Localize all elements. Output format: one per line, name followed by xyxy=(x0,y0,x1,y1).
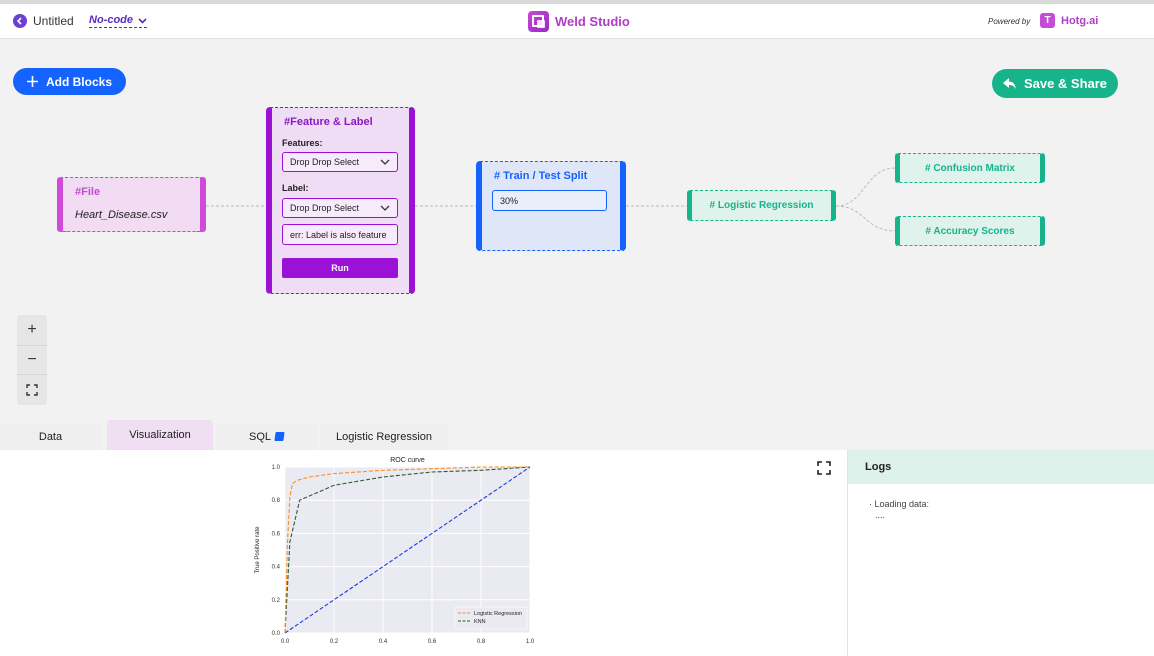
x-tick-label: 1.0 xyxy=(526,639,535,645)
tab-visualization-label: Visualization xyxy=(129,429,191,441)
tab-visualization[interactable]: Visualization xyxy=(107,420,213,450)
tab-data-label: Data xyxy=(38,430,63,443)
logs-title: Logs xyxy=(848,450,1154,484)
y-tick-label: 0.2 xyxy=(272,598,281,604)
tab-logistic-regression[interactable]: Logistic Regression xyxy=(320,423,448,450)
y-tick-label: 0.0 xyxy=(272,631,281,637)
y-tick-label: 0.8 xyxy=(272,498,281,504)
split-ratio-input[interactable]: 30% xyxy=(492,190,607,211)
file-node-title: #File xyxy=(75,186,101,198)
roc-chart: 0.00.0 0.2 0.2 0.4 0.4 0.6 0.6 0.8 0.8 1.0 1.0 ROC … xyxy=(255,457,535,645)
label-dropdown[interactable]: Drop Drop Select xyxy=(282,198,398,218)
log-line: .... xyxy=(875,510,886,520)
tab-sql-label: SQL xyxy=(248,430,271,443)
x-tick-label: 0.8 xyxy=(477,639,486,645)
edit-icon xyxy=(274,432,285,441)
zoom-out-button[interactable]: − xyxy=(17,345,47,375)
train-test-split-node[interactable]: # Train / Test Split 30% xyxy=(476,161,626,251)
feature-node-title: #Feature & Label xyxy=(284,116,373,128)
y-tick-label: 1.0 xyxy=(272,465,281,471)
features-value: Drop Drop Select xyxy=(290,157,360,167)
file-node[interactable]: #File Heart_Disease.csv xyxy=(57,177,206,232)
logistic-regression-node[interactable]: # Logistic Regression xyxy=(687,190,836,221)
x-tick-label: 0.0 xyxy=(281,639,290,645)
zoom-in-button[interactable]: + xyxy=(17,315,47,345)
x-tick-label: 0.2 xyxy=(330,639,339,645)
features-dropdown[interactable]: Drop Drop Select xyxy=(282,152,398,172)
split-node-title: # Train / Test Split xyxy=(494,170,588,182)
features-label: Features: xyxy=(282,138,323,148)
fit-view-icon xyxy=(26,384,38,396)
y-tick-label: 0.4 xyxy=(272,565,281,571)
file-name: Heart_Disease.csv xyxy=(75,209,168,221)
legend-label: KNN xyxy=(474,619,486,625)
tab-data[interactable]: Data xyxy=(0,423,101,450)
tab-logistic-regression-label: Logistic Regression xyxy=(336,430,432,443)
chart-legend: Logistic Regression KNN xyxy=(454,606,528,630)
x-tick-label: 0.4 xyxy=(379,639,388,645)
y-tick-label: 0.6 xyxy=(272,531,281,537)
error-message: err: Label is also feature xyxy=(282,224,398,245)
tab-sql[interactable]: SQL xyxy=(216,423,317,450)
chevron-down-icon xyxy=(380,205,390,211)
accuracy-scores-node[interactable]: # Accuracy Scores xyxy=(895,216,1045,246)
label-label: Label: xyxy=(282,183,309,193)
label-value: Drop Drop Select xyxy=(290,203,360,213)
fullscreen-icon[interactable] xyxy=(817,461,831,475)
feature-label-node[interactable]: #Feature & Label Features: Drop Drop Sel… xyxy=(266,107,415,294)
confusion-matrix-node[interactable]: # Confusion Matrix xyxy=(895,153,1045,183)
log-line: · Loading data: xyxy=(869,499,930,509)
run-button[interactable]: Run xyxy=(282,258,398,278)
y-axis-label: True Positive rate xyxy=(255,526,261,573)
x-tick-label: 0.6 xyxy=(428,639,437,645)
logs-panel: Logs · Loading data: .... xyxy=(847,450,1154,656)
fit-view-button[interactable] xyxy=(17,375,47,405)
chart-title: ROC curve xyxy=(390,457,425,464)
chevron-down-icon xyxy=(380,159,390,165)
legend-label: Logistic Regression xyxy=(474,611,522,617)
